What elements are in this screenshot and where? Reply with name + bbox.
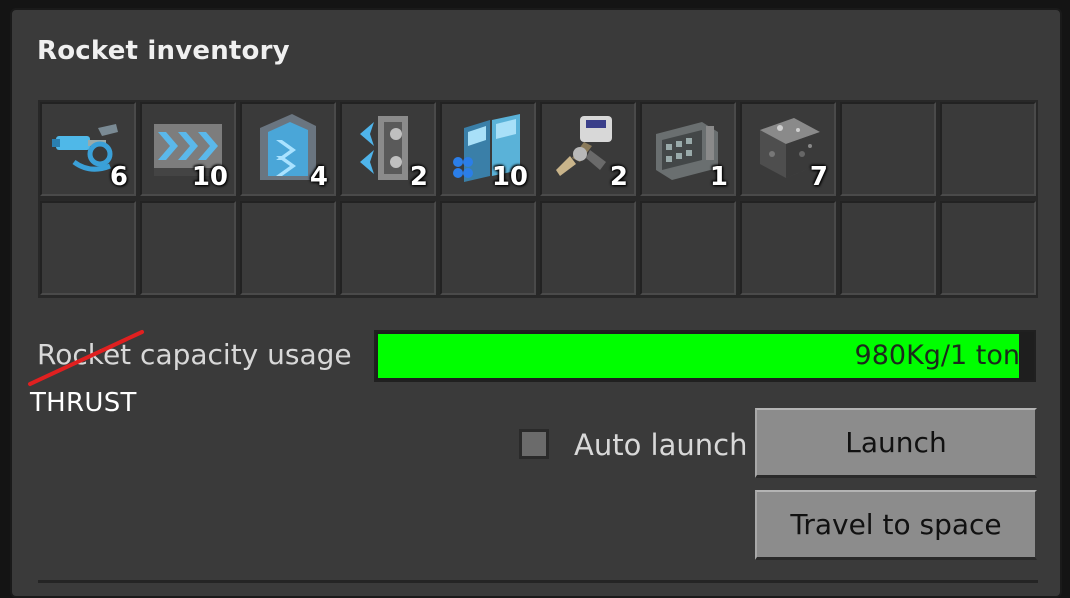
inventory-slot-empty[interactable] <box>840 102 936 196</box>
inventory-slot-empty[interactable] <box>140 201 236 295</box>
inventory-slot-empty[interactable] <box>240 201 336 295</box>
inventory-slot[interactable]: 6 <box>40 102 136 196</box>
inventory-slot-empty[interactable] <box>40 201 136 295</box>
inventory-slot-empty[interactable] <box>940 102 1036 196</box>
capacity-progress-bar: 980Kg/1 ton <box>374 330 1036 382</box>
inventory-slot-empty[interactable] <box>640 201 736 295</box>
item-count: 10 <box>491 162 528 192</box>
divider <box>38 580 1038 583</box>
item-count: 1 <box>709 162 728 192</box>
auto-launch-label: Auto launch <box>574 428 748 462</box>
inventory-slot[interactable]: 7 <box>740 102 836 196</box>
inventory-slot-empty[interactable] <box>340 201 436 295</box>
capacity-value-text: 980Kg/1 ton <box>854 340 1020 371</box>
auto-launch-checkbox[interactable] <box>519 429 549 459</box>
travel-to-space-button[interactable]: Travel to space <box>755 490 1037 560</box>
inventory-slot-empty[interactable] <box>840 201 936 295</box>
panel-title: Rocket inventory <box>37 36 290 66</box>
inventory-slot-empty[interactable] <box>740 201 836 295</box>
inventory-slot[interactable]: 2 <box>340 102 436 196</box>
inventory-slot[interactable]: 10 <box>440 102 536 196</box>
inventory-slot[interactable]: 2 <box>540 102 636 196</box>
inventory-slot-empty[interactable] <box>440 201 536 295</box>
rocket-inventory-panel: Rocket inventory 6 10 4 2 10 2 1 7 Rocke… <box>10 8 1062 598</box>
inventory-slot[interactable]: 10 <box>140 102 236 196</box>
inventory-grid: 6 10 4 2 10 2 1 7 <box>38 100 1038 298</box>
inventory-slot[interactable]: 4 <box>240 102 336 196</box>
inventory-slot-empty[interactable] <box>940 201 1036 295</box>
item-count: 10 <box>191 162 228 192</box>
item-count: 2 <box>409 162 428 192</box>
item-count: 7 <box>809 162 828 192</box>
inventory-slot[interactable]: 1 <box>640 102 736 196</box>
item-count: 4 <box>309 162 328 192</box>
item-count: 2 <box>609 162 628 192</box>
item-count: 6 <box>109 162 128 192</box>
red-strikethrough-annotation <box>28 330 144 386</box>
inventory-slot-empty[interactable] <box>540 201 636 295</box>
launch-button[interactable]: Launch <box>755 408 1037 478</box>
thrust-annotation: THRUST <box>30 388 137 418</box>
